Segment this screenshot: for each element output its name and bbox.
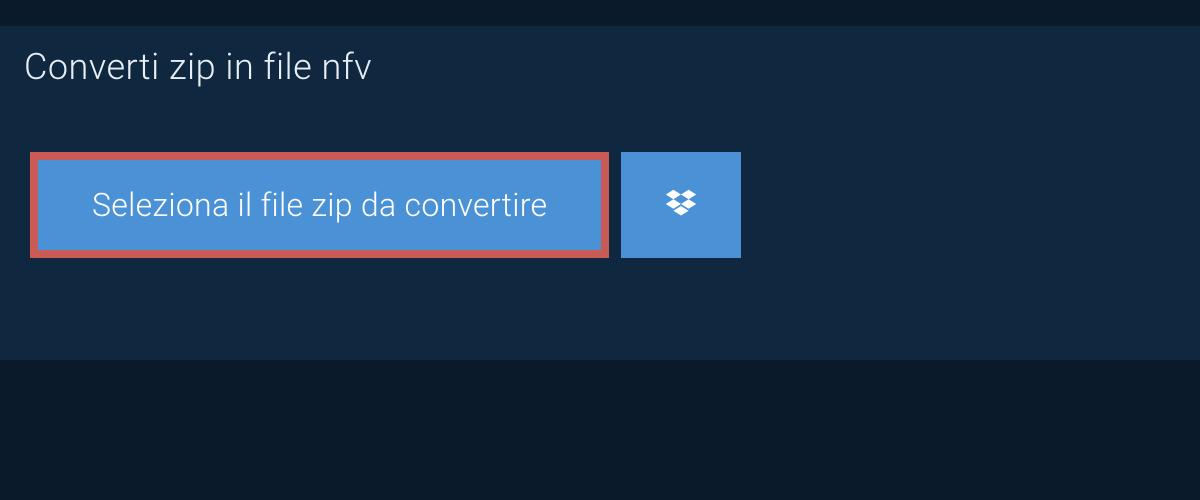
- page-title: Converti zip in file nfv: [0, 26, 402, 112]
- select-file-label: Seleziona il file zip da convertire: [92, 186, 547, 224]
- header-bar: [0, 0, 1200, 26]
- dropbox-icon: [662, 186, 700, 224]
- select-file-button[interactable]: Seleziona il file zip da convertire: [30, 152, 609, 258]
- dropbox-button[interactable]: [621, 152, 741, 258]
- button-row: Seleziona il file zip da convertire: [30, 152, 1170, 258]
- content-area: Seleziona il file zip da convertire: [0, 112, 1200, 298]
- footer-bar: [0, 360, 1200, 500]
